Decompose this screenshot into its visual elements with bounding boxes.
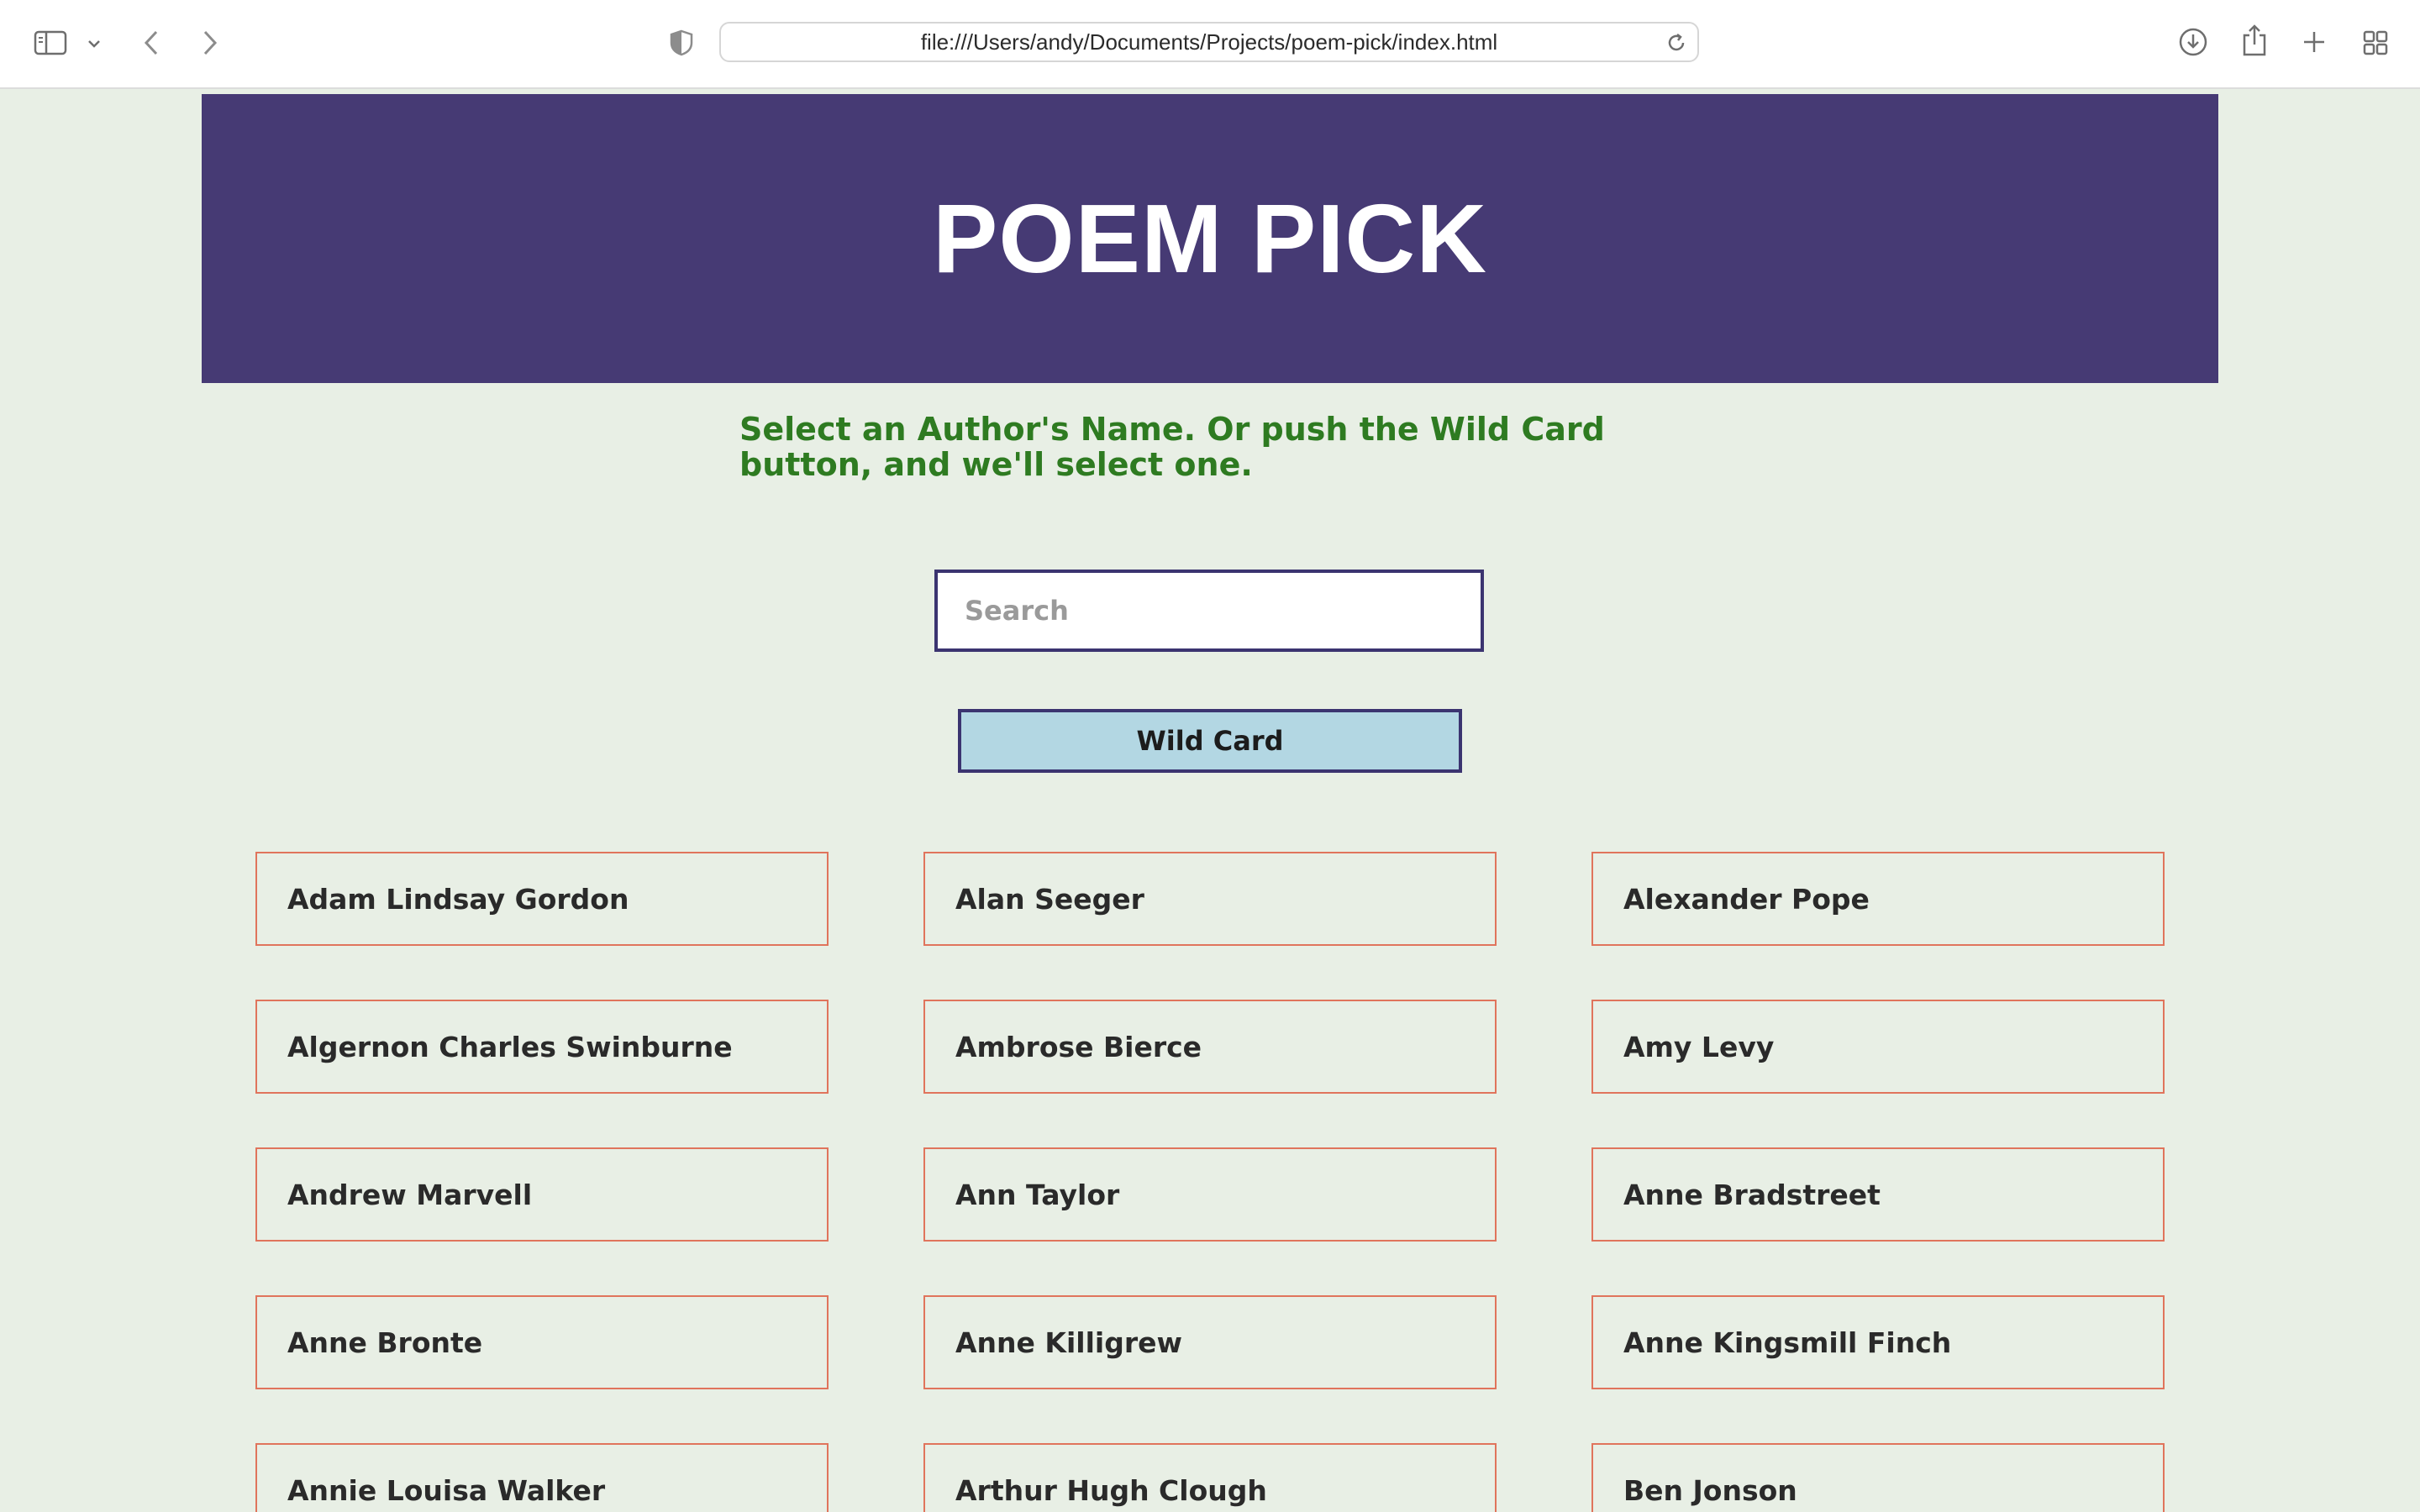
url-text[interactable]: file:///Users/andy/Documents/Projects/po… <box>721 24 1697 60</box>
author-card[interactable]: Alexander Pope <box>1591 852 2165 946</box>
author-grid: Adam Lindsay Gordon Alan Seeger Alexander … <box>255 852 2165 1512</box>
author-name: Annie Louisa Walker <box>287 1473 606 1507</box>
page-content: POEM PICK Select an Author's Name. Or pu… <box>0 89 2420 1512</box>
author-card[interactable]: Amy Levy <box>1591 1000 2165 1094</box>
author-card[interactable]: Ann Taylor <box>923 1147 1497 1242</box>
address-bar[interactable]: file:///Users/andy/Documents/Projects/po… <box>719 22 1699 62</box>
author-name: Adam Lindsay Gordon <box>287 882 629 916</box>
author-name: Anne Bradstreet <box>1623 1178 1881 1211</box>
author-card[interactable]: Anne Bradstreet <box>1591 1147 2165 1242</box>
author-card[interactable]: Adam Lindsay Gordon <box>255 852 829 946</box>
page-title: POEM PICK <box>933 184 1487 293</box>
instructions-text: Select an Author's Name. Or push the Wil… <box>739 411 1605 483</box>
author-name: Arthur Hugh Clough <box>955 1473 1267 1507</box>
author-card[interactable]: Ben Jonson <box>1591 1443 2165 1512</box>
author-name: Ann Taylor <box>955 1178 1120 1211</box>
author-name: Alexander Pope <box>1623 882 1870 916</box>
search-input[interactable] <box>934 570 1484 652</box>
author-card[interactable]: Anne Killigrew <box>923 1295 1497 1389</box>
forward-chevron-right-icon[interactable] <box>197 27 224 59</box>
author-card[interactable]: Anne Bronte <box>255 1295 829 1389</box>
author-name: Anne Bronte <box>287 1326 483 1359</box>
chevron-down-icon[interactable] <box>84 34 104 54</box>
author-card[interactable]: Ambrose Bierce <box>923 1000 1497 1094</box>
author-name: Alan Seeger <box>955 882 1144 916</box>
author-name: Anne Kingsmill Finch <box>1623 1326 1952 1359</box>
browser-toolbar: file:///Users/andy/Documents/Projects/po… <box>0 0 2420 89</box>
wild-card-button[interactable]: Wild Card <box>958 709 1462 773</box>
author-card[interactable]: Algernon Charles Swinburne <box>255 1000 829 1094</box>
author-name: Andrew Marvell <box>287 1178 533 1211</box>
share-icon[interactable] <box>2238 22 2270 59</box>
author-card[interactable]: Alan Seeger <box>923 852 1497 946</box>
sidebar-icon[interactable] <box>32 29 69 57</box>
author-card[interactable]: Arthur Hugh Clough <box>923 1443 1497 1512</box>
back-chevron-left-icon[interactable] <box>138 27 165 59</box>
download-icon[interactable] <box>2176 25 2210 59</box>
author-name: Algernon Charles Swinburne <box>287 1030 733 1063</box>
author-name: Ambrose Bierce <box>955 1030 1202 1063</box>
plus-icon[interactable] <box>2299 27 2329 57</box>
author-name: Amy Levy <box>1623 1030 1775 1063</box>
author-name: Ben Jonson <box>1623 1473 1797 1507</box>
header-banner: POEM PICK <box>202 94 2218 383</box>
author-card[interactable]: Anne Kingsmill Finch <box>1591 1295 2165 1389</box>
author-card[interactable]: Annie Louisa Walker <box>255 1443 829 1512</box>
author-card[interactable]: Andrew Marvell <box>255 1147 829 1242</box>
shield-icon[interactable] <box>667 29 696 57</box>
grid-icon[interactable] <box>2360 27 2391 59</box>
author-name: Anne Killigrew <box>955 1326 1182 1359</box>
reload-icon[interactable] <box>1665 32 1687 58</box>
